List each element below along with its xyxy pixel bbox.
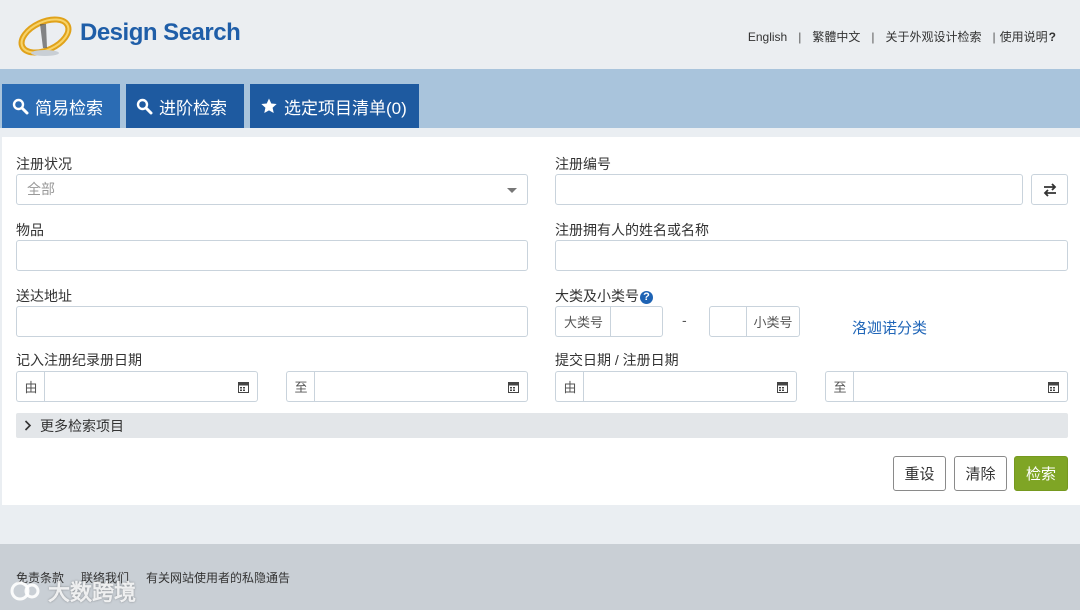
tab-advanced-search[interactable]: 进阶检索 xyxy=(126,84,244,128)
from-addon: 由 xyxy=(555,371,584,402)
design-search-logo-icon[interactable] xyxy=(16,10,76,60)
swap-arrows-icon xyxy=(1043,182,1056,197)
about-link[interactable]: 关于外观设计检索 xyxy=(886,28,982,45)
top-links: English | 繁體中文 | 关于外观设计检索 | 使用说明 ? xyxy=(748,28,1056,45)
help-icon[interactable]: ? xyxy=(640,291,653,304)
search-button[interactable]: 检索 xyxy=(1014,456,1068,491)
from-addon: 由 xyxy=(16,371,45,402)
address-label: 送达地址 xyxy=(16,288,72,304)
more-search-items-label: 更多检索项目 xyxy=(40,417,124,434)
filing-date-label: 提交日期 / 注册日期 xyxy=(555,352,679,368)
more-search-items-toggle[interactable]: 更多检索项目 xyxy=(16,413,1068,438)
to-addon: 至 xyxy=(825,371,854,402)
logo-text[interactable]: Design Search xyxy=(80,19,241,47)
status-select-value: 全部 xyxy=(27,181,55,197)
class-addon: 大类号 xyxy=(555,306,611,337)
tab-label: 简易检索 xyxy=(35,98,103,118)
lang-english-link[interactable]: English xyxy=(748,30,787,44)
lang-traditional-chinese-link[interactable]: 繁體中文 xyxy=(812,28,860,45)
article-label: 物品 xyxy=(16,222,44,238)
star-icon xyxy=(261,98,277,114)
filing-date-to-input[interactable] xyxy=(853,371,1040,402)
filing-date-to: 至 xyxy=(825,371,1068,402)
filing-date-from-input[interactable] xyxy=(583,371,769,402)
status-select[interactable]: 全部 xyxy=(16,174,528,205)
tab-selected-items[interactable]: 选定项目清单(0) xyxy=(250,84,419,128)
divider: | xyxy=(798,29,802,44)
subclass-input[interactable] xyxy=(709,306,747,337)
article-input[interactable] xyxy=(16,240,528,271)
watermark-text: 大数跨境 xyxy=(48,580,137,605)
filing-date-from: 由 xyxy=(555,371,797,402)
watermark-logo-icon xyxy=(10,581,40,601)
locarno-classification-link[interactable]: 洛迦诺分类 xyxy=(852,317,927,338)
owner-input[interactable] xyxy=(555,240,1068,271)
range-dash: - xyxy=(682,312,687,328)
divider: | xyxy=(871,29,875,44)
footer: 免责条款 联络我们 有关网站使用者的私隐通告 大数跨境 xyxy=(0,544,1080,610)
header: Design Search English | 繁體中文 | 关于外观设计检索 … xyxy=(0,0,1080,69)
subclass-addon: 小类号 xyxy=(746,306,800,337)
tab-label: 进阶检索 xyxy=(159,98,227,118)
tab-label: 选定项目清单(0) xyxy=(284,98,407,118)
privacy-link[interactable]: 有关网站使用者的私隐通告 xyxy=(146,569,290,586)
search-form: 注册状况 全部 注册编号 物品 注册拥有人的姓名或名称 送达地址 大类及小类号?… xyxy=(2,137,1080,505)
search-icon xyxy=(12,98,29,114)
owner-label: 注册拥有人的姓名或名称 xyxy=(555,222,709,238)
classification-label: 大类及小类号? xyxy=(555,286,653,306)
help-link[interactable]: 使用说明 xyxy=(1000,28,1048,45)
classification-label-text: 大类及小类号 xyxy=(555,288,639,304)
reg-no-label: 注册编号 xyxy=(555,156,611,172)
calendar-icon[interactable] xyxy=(499,371,528,402)
entry-date-from: 由 xyxy=(16,371,258,402)
entry-date-to-input[interactable] xyxy=(314,371,500,402)
class-input[interactable] xyxy=(610,306,663,337)
divider: | xyxy=(992,29,996,44)
address-input[interactable] xyxy=(16,306,528,337)
to-addon: 至 xyxy=(286,371,315,402)
watermark: 大数跨境 xyxy=(10,575,136,607)
calendar-icon[interactable] xyxy=(768,371,797,402)
reset-button[interactable]: 重设 xyxy=(893,456,946,491)
tab-bar: 简易检索 进阶检索 选定项目清单(0) xyxy=(0,69,1080,128)
swap-button[interactable] xyxy=(1031,174,1068,205)
calendar-icon[interactable] xyxy=(229,371,258,402)
help-question-icon[interactable]: ? xyxy=(1049,30,1056,44)
entry-date-from-input[interactable] xyxy=(44,371,230,402)
calendar-icon[interactable] xyxy=(1039,371,1068,402)
status-label: 注册状况 xyxy=(16,156,72,172)
caret-down-icon xyxy=(507,188,517,193)
chevron-right-icon xyxy=(24,420,32,431)
tab-simple-search[interactable]: 简易检索 xyxy=(2,84,120,128)
entry-date-to: 至 xyxy=(286,371,528,402)
entry-date-label: 记入注册纪录册日期 xyxy=(16,352,142,368)
search-icon xyxy=(136,98,153,114)
clear-button[interactable]: 清除 xyxy=(954,456,1007,491)
reg-no-input[interactable] xyxy=(555,174,1023,205)
